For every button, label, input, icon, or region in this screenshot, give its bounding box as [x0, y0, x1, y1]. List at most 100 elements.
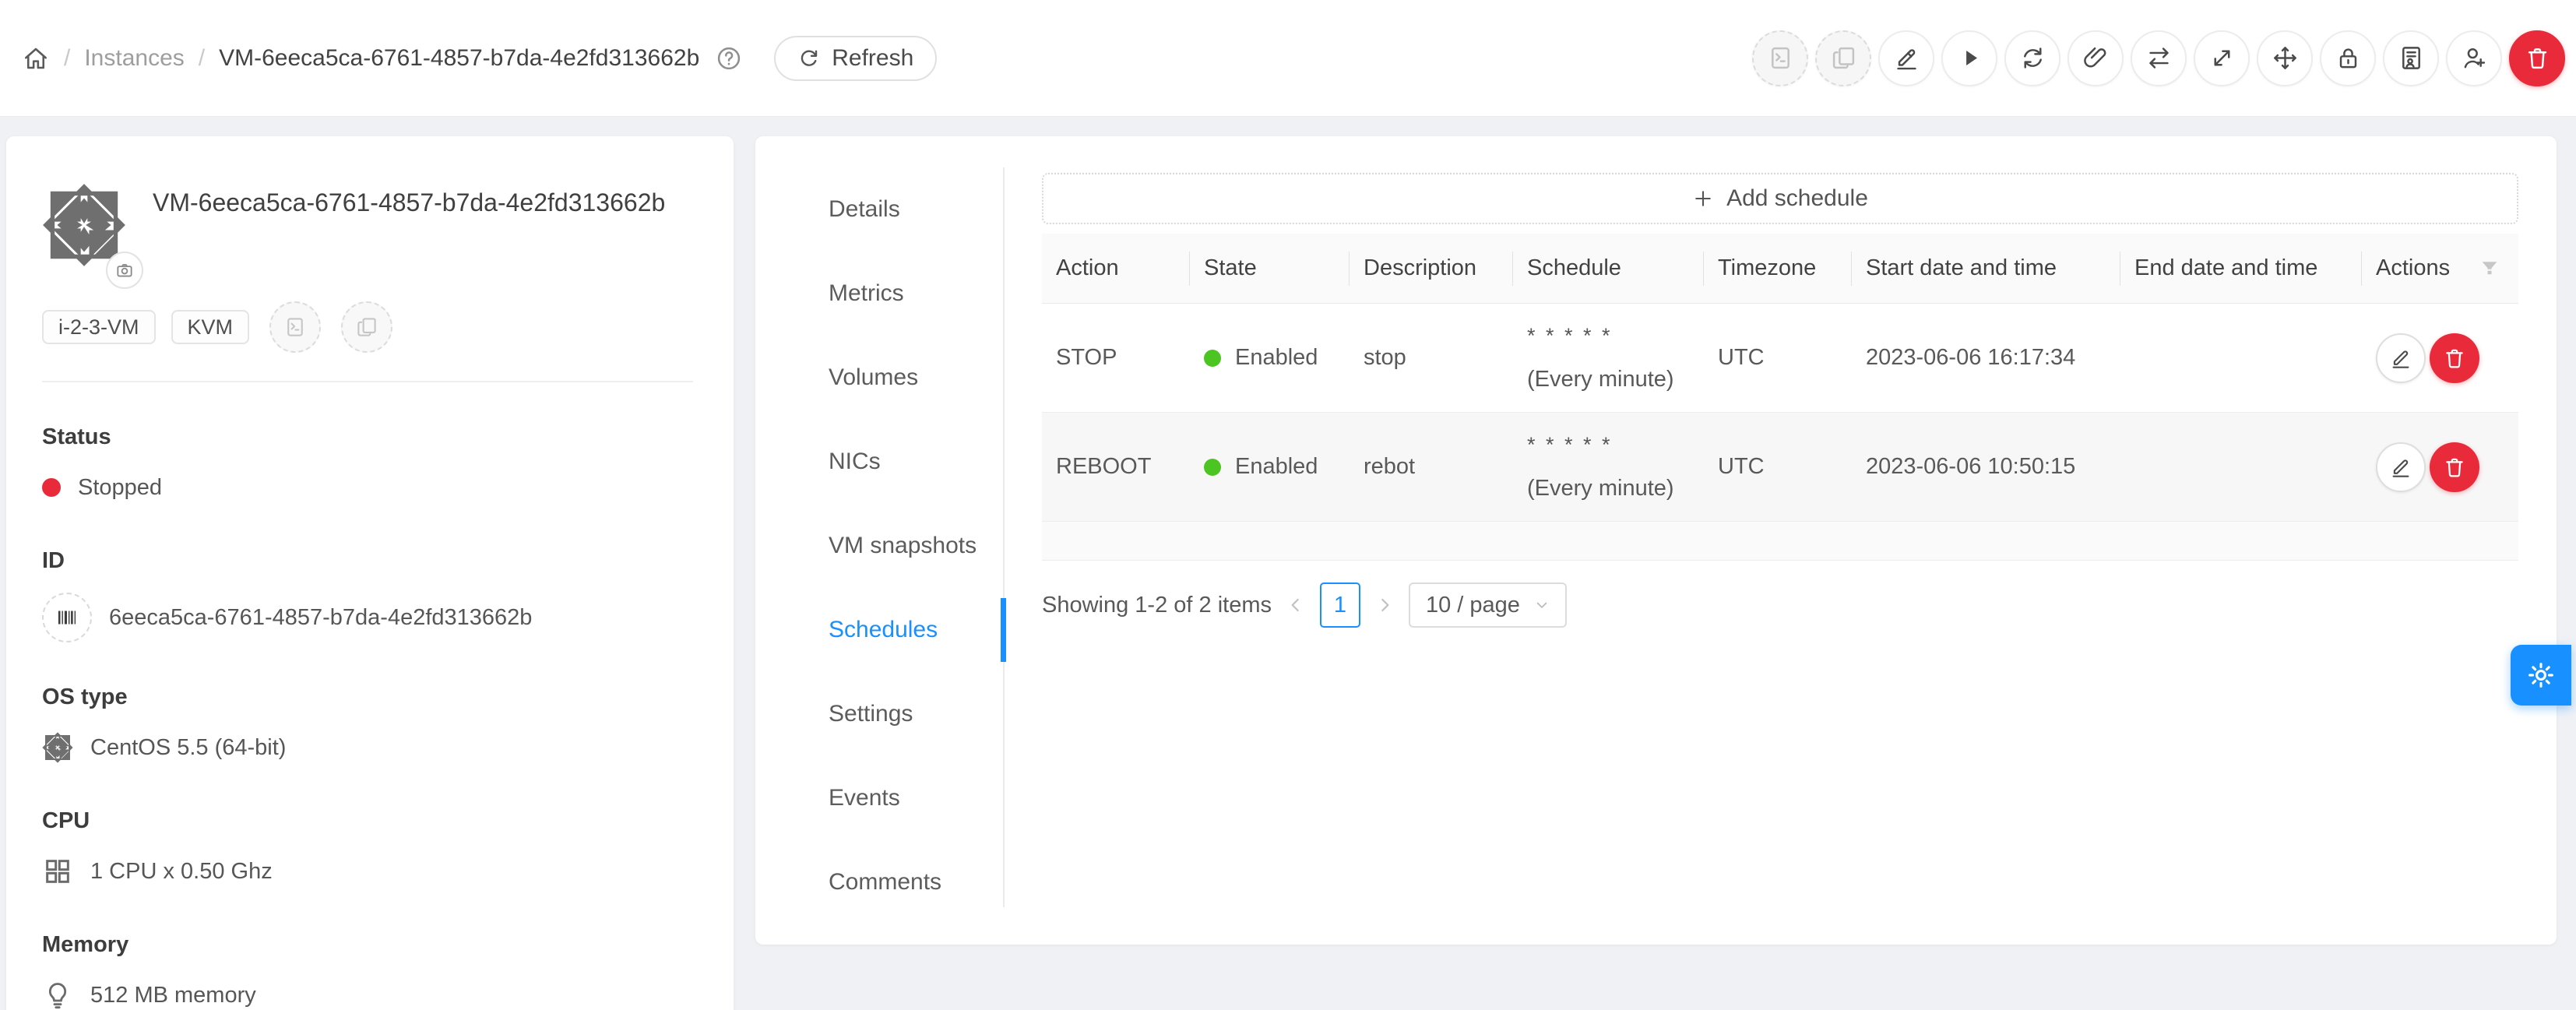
tab-schedules[interactable]: Schedules: [755, 588, 1005, 672]
os-type-value: CentOS 5.5 (64-bit): [90, 735, 286, 761]
pagination-summary: Showing 1-2 of 2 items: [1042, 593, 1272, 618]
enabled-dot: [1204, 459, 1221, 476]
hypervisor-tag: KVM: [171, 310, 250, 344]
reinstall-button[interactable]: [2004, 30, 2060, 86]
scale-button[interactable]: [2194, 30, 2250, 86]
plus-icon: [1692, 188, 1714, 209]
settings-fab-button[interactable]: [2511, 645, 2571, 706]
filter-icon[interactable]: [2478, 257, 2501, 280]
vm-detail-card: Details Metrics Volumes NICs VM snapshot…: [755, 136, 2557, 945]
breadcrumb: / Instances / VM-6eeca5ca-6761-4857-b7da…: [22, 36, 937, 81]
detail-tabs: Details Metrics Volumes NICs VM snapshot…: [755, 136, 1005, 945]
lock-icon: [2335, 44, 2362, 72]
reload-icon: [797, 47, 821, 70]
home-icon[interactable]: [22, 44, 50, 72]
delete-schedule-button[interactable]: [2430, 333, 2479, 383]
edit-schedule-button[interactable]: [2376, 333, 2426, 383]
page: / Instances / VM-6eeca5ca-6761-4857-b7da…: [0, 0, 2576, 1010]
header-actions: [1752, 30, 2565, 86]
edit-schedule-button[interactable]: [2376, 442, 2426, 492]
col-state: State: [1190, 234, 1350, 303]
next-page-icon[interactable]: [1374, 595, 1395, 615]
vm-logo: [42, 183, 126, 267]
cell-state: Enabled: [1190, 442, 1350, 492]
cell-timezone: UTC: [1704, 442, 1852, 492]
col-schedule: Schedule: [1513, 234, 1704, 303]
start-button[interactable]: [1941, 30, 1997, 86]
divider: [42, 381, 693, 382]
memory-value: 512 MB memory: [90, 983, 256, 1008]
cpu-value: 1 CPU x 0.50 Ghz: [90, 859, 273, 885]
col-start-date: Start date and time: [1852, 234, 2120, 303]
cell-action: STOP: [1042, 333, 1190, 383]
console-button[interactable]: [1752, 30, 1808, 86]
id-value: 6eeca5ca-6761-4857-b7da-4e2fd313662b: [109, 605, 532, 631]
console-mini-button[interactable]: [269, 301, 321, 353]
tab-vm-snapshots[interactable]: VM snapshots: [755, 504, 1005, 588]
breadcrumb-instances-link[interactable]: Instances: [84, 45, 184, 72]
tab-settings[interactable]: Settings: [755, 672, 1005, 756]
cell-description: rebot: [1350, 442, 1513, 492]
delete-icon: [2442, 346, 2467, 371]
change-icon-badge[interactable]: [106, 252, 143, 289]
console-icon: [283, 315, 307, 339]
cell-timezone: UTC: [1704, 333, 1852, 383]
tab-events[interactable]: Events: [755, 756, 1005, 840]
col-description: Description: [1350, 234, 1513, 303]
question-circle-icon[interactable]: [715, 44, 743, 72]
cpu-grid-icon: [42, 856, 73, 887]
page-1-button[interactable]: 1: [1320, 582, 1360, 628]
edit-button[interactable]: [1878, 30, 1934, 86]
assign-instance-icon: [2398, 44, 2425, 72]
barcode-icon: [54, 604, 80, 631]
attach-iso-button[interactable]: [2067, 30, 2124, 86]
table-header: Action State Description Schedule Timezo…: [1042, 234, 2518, 304]
memory-section: Memory 512 MB memory: [42, 932, 693, 1010]
reset-password-button[interactable]: [2320, 30, 2376, 86]
cell-start-date: 2023-06-06 16:17:34: [1852, 333, 2120, 383]
add-schedule-label: Add schedule: [1726, 185, 1868, 212]
add-user-icon: [2461, 44, 2488, 72]
cpu-label: CPU: [42, 808, 693, 834]
os-type-section: OS type CentOS 5.5 (64-bit): [42, 684, 693, 766]
cell-schedule: * * * * * (Every minute): [1513, 421, 1704, 514]
copy-mini-button[interactable]: [341, 301, 392, 353]
id-section: ID 6eeca5ca-6761-4857-b7da-4e2fd313662b: [42, 548, 693, 642]
refresh-button[interactable]: Refresh: [774, 36, 937, 81]
scale-icon: [2208, 44, 2236, 72]
tab-comments[interactable]: Comments: [755, 840, 1005, 924]
col-timezone: Timezone: [1704, 234, 1852, 303]
delete-schedule-button[interactable]: [2430, 442, 2479, 492]
status-label: Status: [42, 424, 693, 450]
tab-volumes[interactable]: Volumes: [755, 336, 1005, 420]
page-size-select[interactable]: 10 / page: [1409, 582, 1567, 628]
table-row: STOP Enabled stop * * * * * (Every minut…: [1042, 304, 2518, 413]
tab-details[interactable]: Details: [755, 167, 1005, 252]
camera-icon: [114, 260, 135, 280]
delete-vm-button[interactable]: [2509, 30, 2565, 86]
add-schedule-button[interactable]: Add schedule: [1042, 173, 2518, 224]
tab-nics[interactable]: NICs: [755, 420, 1005, 504]
reinstall-icon: [2019, 44, 2046, 72]
vm-title: VM-6eeca5ca-6761-4857-b7da-4e2fd313662b: [153, 183, 665, 267]
memory-bulb-icon: [42, 980, 73, 1010]
delete-icon: [2524, 44, 2551, 72]
vm-head: VM-6eeca5ca-6761-4857-b7da-4e2fd313662b: [42, 183, 693, 267]
move-button[interactable]: [2257, 30, 2313, 86]
enabled-dot: [1204, 350, 1221, 367]
breadcrumb-separator: /: [199, 45, 205, 72]
copy-button[interactable]: [1815, 30, 1871, 86]
memory-label: Memory: [42, 932, 693, 958]
prev-page-icon[interactable]: [1286, 595, 1306, 615]
tab-metrics[interactable]: Metrics: [755, 252, 1005, 336]
id-label: ID: [42, 548, 693, 574]
top-bar: / Instances / VM-6eeca5ca-6761-4857-b7da…: [0, 0, 2576, 117]
add-user-button[interactable]: [2446, 30, 2502, 86]
status-section: Status Stopped: [42, 424, 693, 506]
vm-tags: i-2-3-VM KVM: [42, 301, 693, 353]
schedules-pane: Add schedule Action State Description Sc…: [1005, 136, 2557, 945]
migrate-button[interactable]: [2131, 30, 2187, 86]
assign-instance-button[interactable]: [2383, 30, 2439, 86]
cell-end-date: [2120, 346, 2362, 371]
vm-info-card: VM-6eeca5ca-6761-4857-b7da-4e2fd313662b …: [6, 136, 734, 1010]
